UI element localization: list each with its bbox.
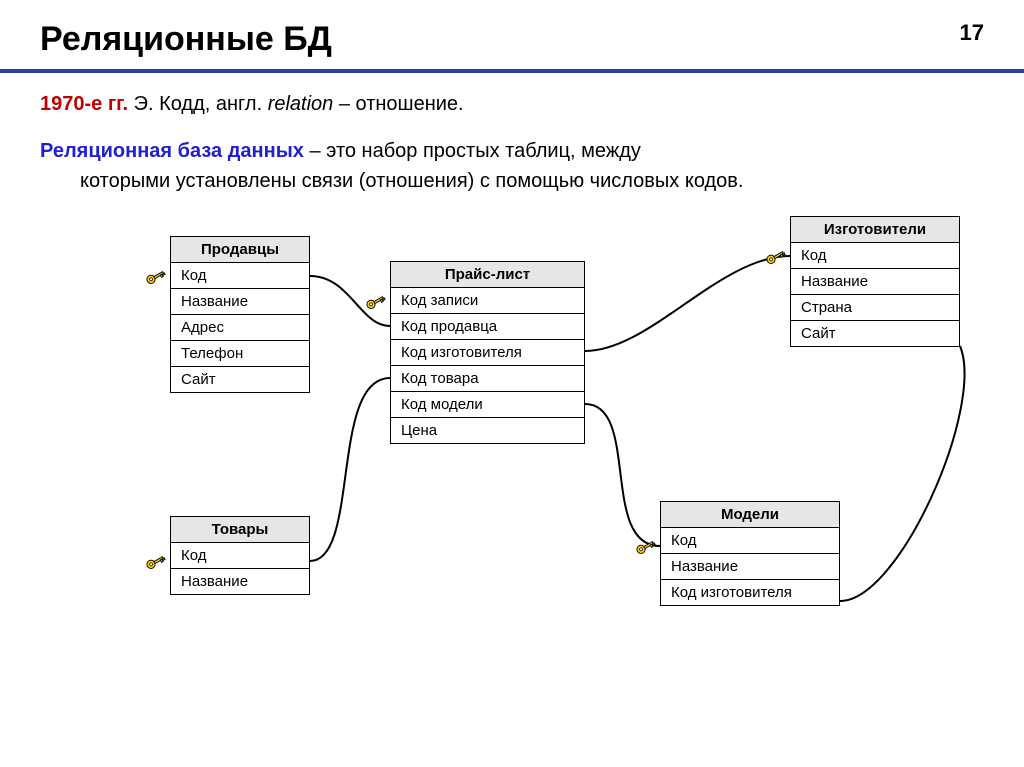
table-row: Код xyxy=(661,528,839,554)
def-body-rest: которыми установлены связи (отношения) с… xyxy=(40,166,984,196)
table-row: Сайт xyxy=(791,321,959,346)
content: 1970-е гг. Э. Кодд, англ. relation – отн… xyxy=(0,73,1024,206)
table-header: Модели xyxy=(661,502,839,528)
table-row: Код xyxy=(171,263,309,289)
key-icon xyxy=(364,291,386,313)
table-row: Код изготовителя xyxy=(391,340,584,366)
def-body-first: это набор простых таблиц, между xyxy=(326,140,641,162)
table-header: Товары xyxy=(171,517,309,543)
table-header: Изготовители xyxy=(791,217,959,243)
key-icon xyxy=(144,551,166,573)
page-number: 17 xyxy=(960,20,984,46)
table-makers: Изготовители Код Название Страна Сайт xyxy=(790,216,960,347)
table-row: Код товара xyxy=(391,366,584,392)
table-row: Код модели xyxy=(391,392,584,418)
def-term: Реляционная база данных xyxy=(40,140,304,162)
page-title: Реляционные БД xyxy=(40,20,332,59)
table-row: Телефон xyxy=(171,341,309,367)
table-row: Код записи xyxy=(391,288,584,314)
table-pricelist: Прайс-лист Код записи Код продавца Код и… xyxy=(390,261,585,444)
key-icon xyxy=(634,536,656,558)
header: Реляционные БД 17 xyxy=(0,0,1024,73)
table-row: Код продавца xyxy=(391,314,584,340)
table-row: Страна xyxy=(791,295,959,321)
table-row: Цена xyxy=(391,418,584,443)
table-row: Сайт xyxy=(171,367,309,392)
table-row: Название xyxy=(661,554,839,580)
intro-line: 1970-е гг. Э. Кодд, англ. relation – отн… xyxy=(40,93,984,116)
key-icon xyxy=(144,266,166,288)
table-header: Прайс-лист xyxy=(391,262,584,288)
table-row: Код изготовителя xyxy=(661,580,839,605)
table-goods: Товары Код Название xyxy=(170,516,310,595)
key-icon xyxy=(764,246,786,268)
table-models: Модели Код Название Код изготовителя xyxy=(660,501,840,606)
intro-italic: relation xyxy=(268,93,334,115)
intro-years: 1970-е гг. xyxy=(40,93,128,115)
table-sellers: Продавцы Код Название Адрес Телефон Сайт xyxy=(170,236,310,393)
intro-rest1: Э. Кодд, англ. xyxy=(128,93,268,115)
table-row: Название xyxy=(171,569,309,594)
table-row: Код xyxy=(791,243,959,269)
table-row: Название xyxy=(171,289,309,315)
def-dash: – xyxy=(304,140,326,162)
er-diagram: Продавцы Код Название Адрес Телефон Сайт… xyxy=(0,206,1024,676)
intro-rest2: – отношение. xyxy=(333,93,463,115)
table-row: Адрес xyxy=(171,315,309,341)
table-row: Код xyxy=(171,543,309,569)
table-row: Название xyxy=(791,269,959,295)
definition: Реляционная база данных – это набор прос… xyxy=(40,136,984,196)
table-header: Продавцы xyxy=(171,237,309,263)
